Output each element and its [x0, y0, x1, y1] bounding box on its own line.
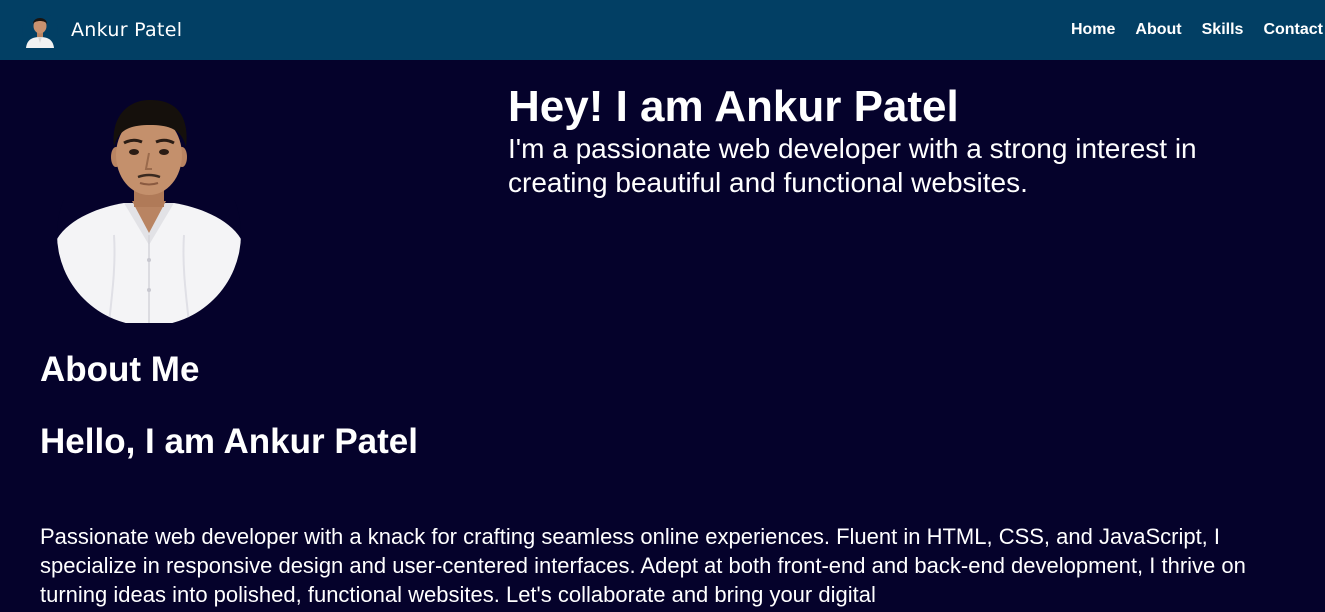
- brand-avatar-image: [22, 12, 58, 48]
- nav-link-home[interactable]: Home: [1071, 20, 1115, 39]
- brand-name: Ankur Patel: [71, 19, 183, 41]
- nav-link-skills[interactable]: Skills: [1202, 20, 1244, 39]
- about-heading: About Me: [40, 350, 200, 389]
- hero-title: Hey! I am Ankur Patel: [508, 82, 959, 131]
- profile-photo: [57, 99, 241, 323]
- nav-link-about[interactable]: About: [1135, 20, 1181, 39]
- hero-subtitle: I'm a passionate web developer with a st…: [508, 133, 1197, 198]
- nav-links: Home About Skills Contact: [1051, 20, 1323, 39]
- about-description: Passionate web developer with a knack fo…: [40, 524, 1246, 607]
- nav-link-contact[interactable]: Contact: [1263, 20, 1323, 39]
- brand-link[interactable]: Ankur Patel: [22, 12, 182, 48]
- navbar: Ankur Patel Home About Skills Contact: [0, 0, 1325, 60]
- about-greeting: Hello, I am Ankur Patel: [40, 422, 418, 461]
